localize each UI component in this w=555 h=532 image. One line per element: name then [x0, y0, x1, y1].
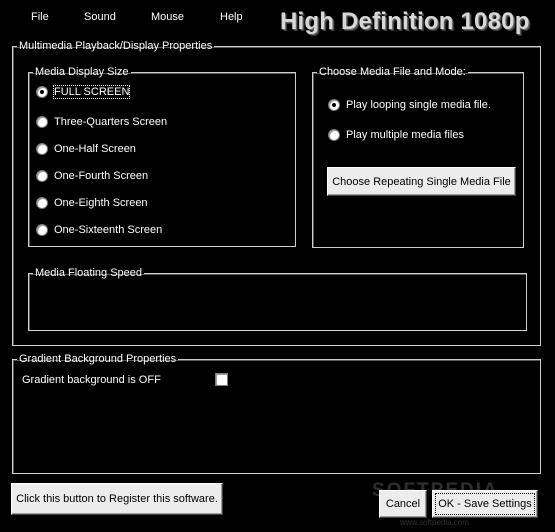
radio-button[interactable]	[36, 224, 48, 236]
radio-one-fourth[interactable]: One-Fourth Screen	[36, 170, 148, 182]
gradient-group: Gradient Background Properties	[12, 353, 541, 474]
radio-play-multiple[interactable]: Play multiple media files	[328, 129, 464, 141]
radio-button[interactable]	[36, 143, 48, 155]
radio-one-eighth[interactable]: One-Eighth Screen	[36, 197, 148, 209]
radio-button[interactable]	[36, 86, 48, 98]
radio-one-half[interactable]: One-Half Screen	[36, 143, 136, 155]
radio-one-sixteenth[interactable]: One-Sixteenth Screen	[36, 224, 162, 236]
app-title: High Definition 1080p	[280, 8, 530, 35]
radio-button[interactable]	[36, 116, 48, 128]
gradient-checkbox-label: Gradient background is OFF	[22, 374, 161, 386]
menu-sound[interactable]: Sound	[84, 11, 116, 23]
choose-media-file-button[interactable]: Choose Repeating Single Media File	[327, 167, 516, 196]
radio-label: One-Fourth Screen	[54, 170, 149, 182]
radio-button[interactable]	[328, 129, 340, 141]
radio-label: Play looping single media file.	[346, 99, 491, 111]
menu-file[interactable]: File	[31, 11, 49, 23]
media-mode-group: Choose Media File and Mode:	[312, 66, 524, 248]
display-size-legend: Media Display Size	[35, 66, 129, 78]
gradient-group-legend: Gradient Background Properties	[19, 353, 177, 365]
cancel-button[interactable]: Cancel	[379, 490, 427, 518]
radio-three-quarters[interactable]: Three-Quarters Screen	[36, 116, 167, 128]
radio-label: One-Eighth Screen	[54, 197, 148, 209]
radio-play-looping[interactable]: Play looping single media file.	[328, 99, 491, 111]
register-button[interactable]: Click this button to Register this softw…	[11, 483, 223, 515]
radio-label: FULL SCREEN	[52, 85, 131, 99]
radio-label: One-Half Screen	[54, 143, 136, 155]
softpedia-watermark-url: www.softpedia.com	[400, 518, 469, 527]
radio-button[interactable]	[36, 170, 48, 182]
floating-speed-legend: Media Floating Speed	[35, 267, 143, 279]
radio-button[interactable]	[328, 99, 340, 111]
menu-help[interactable]: Help	[220, 11, 243, 23]
floating-speed-group: Media Floating Speed	[28, 267, 527, 331]
radio-label: Three-Quarters Screen	[54, 116, 168, 128]
radio-button[interactable]	[36, 197, 48, 209]
ok-save-settings-button[interactable]: OK - Save Settings	[432, 490, 538, 518]
menu-mouse[interactable]: Mouse	[151, 11, 184, 23]
radio-label: Play multiple media files	[346, 129, 464, 141]
radio-label: One-Sixteenth Screen	[54, 224, 163, 236]
media-mode-legend: Choose Media File and Mode:	[319, 66, 466, 78]
gradient-checkbox[interactable]	[215, 373, 228, 386]
radio-full-screen[interactable]: FULL SCREEN	[36, 85, 131, 99]
playback-group-legend: Multimedia Playback/Display Properties	[19, 40, 213, 52]
